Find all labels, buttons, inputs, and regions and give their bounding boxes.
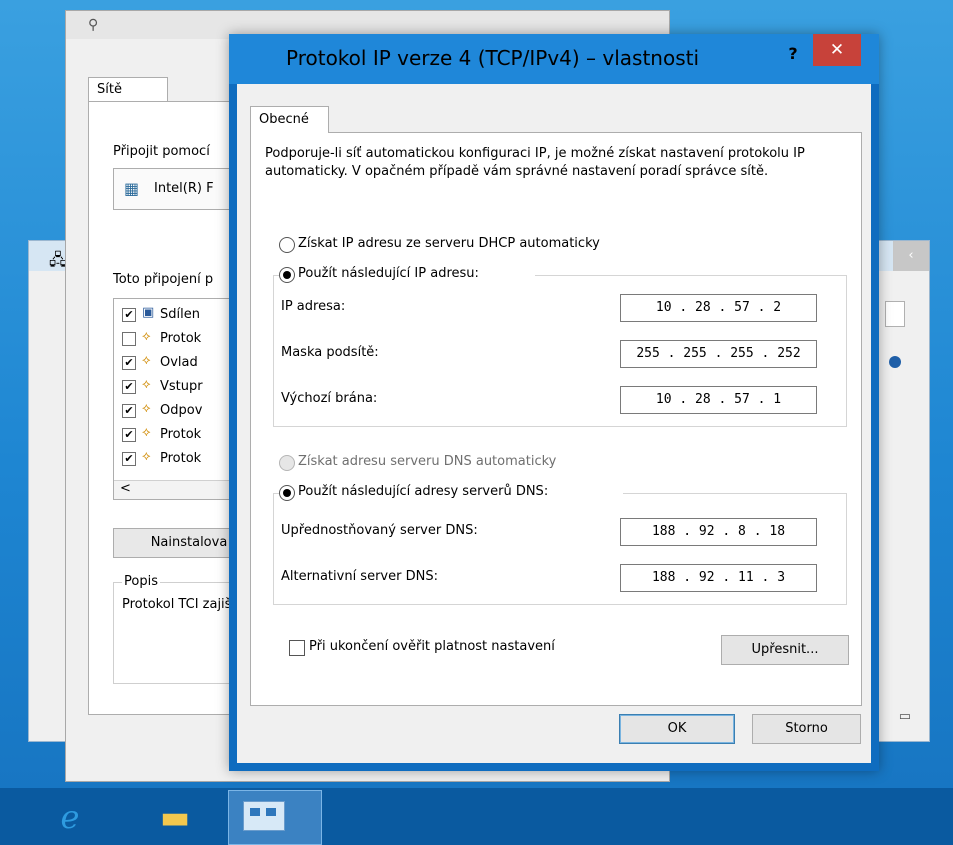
adapter-icon: ▦ <box>124 179 140 198</box>
component-checkbox[interactable]: ✔ <box>122 356 136 370</box>
tab-general-label: Obecné <box>259 112 309 127</box>
subnet-input[interactable]: 255 . 255 . 255 . 252 <box>620 340 817 368</box>
scroll-button[interactable] <box>885 301 905 327</box>
dns-preferred-input[interactable]: 188 . 92 . 8 . 18 <box>620 518 817 546</box>
dialog-client: Obecné Podporuje-li síť automatickou kon… <box>237 84 871 763</box>
control-panel-icon <box>243 801 285 831</box>
component-label: Ovlad <box>160 355 198 370</box>
dns-alternate-label: Alternativní server DNS: <box>281 569 438 584</box>
ok-button[interactable]: OK <box>619 714 735 744</box>
dns-auto-label: Získat adresu serveru DNS automaticky <box>298 454 557 469</box>
uses-items-label: Toto připojení p <box>113 272 214 287</box>
component-checkbox[interactable]: ✔ <box>122 452 136 466</box>
file-explorer-icon[interactable]: ▬ <box>145 792 205 842</box>
dns-preferred-label: Upřednostňovaný server DNS: <box>281 523 478 538</box>
component-checkbox[interactable]: ✔ <box>122 428 136 442</box>
help-icon[interactable] <box>889 356 901 368</box>
monitor-icon: ▭ <box>898 709 911 724</box>
gateway-label: Výchozí brána: <box>281 391 378 406</box>
ip-manual-radio-circle[interactable] <box>279 267 295 283</box>
description-legend: Popis <box>122 574 160 589</box>
tab-networking[interactable]: Sítě <box>88 77 168 102</box>
dns-manual-radio-circle[interactable] <box>279 485 295 501</box>
protocol-icon: ⟡ <box>142 401 151 416</box>
ip-auto-radio-circle[interactable] <box>279 237 295 253</box>
tab-general[interactable]: Obecné <box>250 106 329 133</box>
help-button[interactable]: ? <box>777 42 809 66</box>
dns-manual-radio[interactable]: Použít následující adresy serverů DNS: <box>279 483 623 503</box>
gateway-input[interactable]: 10 . 28 . 57 . 1 <box>620 386 817 414</box>
component-checkbox[interactable]: ✔ <box>122 404 136 418</box>
ip-auto-label: Získat IP adresu ze serveru DHCP automat… <box>298 236 600 251</box>
protocol-icon: ⟡ <box>142 377 151 392</box>
sharing-icon: ▣ <box>142 305 155 320</box>
component-label: Protok <box>160 451 202 466</box>
ip-manual-label: Použít následující IP adresu: <box>298 266 479 281</box>
validate-label: Při ukončení ověřit platnost nastavení <box>309 639 555 654</box>
connect-using-label: Připojit pomocí <box>113 144 210 159</box>
ip-address-label: IP adresa: <box>281 299 346 314</box>
component-checkbox[interactable]: ✔ <box>122 308 136 322</box>
general-pane: Podporuje-li síť automatickou konfigurac… <box>250 132 862 706</box>
component-label: Vstupr <box>160 379 203 394</box>
protocol-icon: ⟡ <box>142 449 151 464</box>
validate-checkbox-box[interactable] <box>289 640 305 656</box>
scroll-left-icon[interactable]: < <box>120 481 131 496</box>
dns-manual-label: Použít následující adresy serverů DNS: <box>298 484 549 499</box>
component-label: Protok <box>160 427 202 442</box>
ipv4-properties-dialog: Protokol IP verze 4 (TCP/IPv4) – vlastno… <box>229 34 879 771</box>
network-adapter-icon: ⚲ <box>88 17 99 33</box>
close-button[interactable]: ✕ <box>813 34 861 66</box>
taskbar: e ▬ <box>0 788 953 845</box>
component-label: Sdílen <box>160 307 200 322</box>
subnet-label: Maska podsítě: <box>281 345 379 360</box>
advanced-button[interactable]: Upřesnit... <box>721 635 849 665</box>
protocol-icon: ⟡ <box>142 329 151 344</box>
internet-explorer-icon[interactable]: e <box>40 792 100 842</box>
background-close-button[interactable]: ‹ <box>893 241 929 271</box>
control-panel-taskbar-button[interactable] <box>228 790 322 845</box>
dns-auto-radio-circle <box>279 455 295 471</box>
component-checkbox[interactable] <box>122 332 136 346</box>
protocol-icon: ⟡ <box>142 425 151 440</box>
adapter-name: Intel(R) F <box>154 181 214 196</box>
component-label: Odpov <box>160 403 203 418</box>
component-checkbox[interactable]: ✔ <box>122 380 136 394</box>
dialog-titlebar: Protokol IP verze 4 (TCP/IPv4) – vlastno… <box>229 34 879 84</box>
component-label: Protok <box>160 331 202 346</box>
protocol-icon: ⟡ <box>142 353 151 368</box>
cancel-button[interactable]: Storno <box>752 714 861 744</box>
ip-manual-radio[interactable]: Použít následující IP adresu: <box>279 265 535 285</box>
ip-address-input[interactable]: 10 . 28 . 57 . 2 <box>620 294 817 322</box>
dns-alternate-input[interactable]: 188 . 92 . 11 . 3 <box>620 564 817 592</box>
intro-text: Podporuje-li síť automatickou konfigurac… <box>265 146 805 179</box>
dialog-title: Protokol IP verze 4 (TCP/IPv4) – vlastno… <box>286 46 700 70</box>
